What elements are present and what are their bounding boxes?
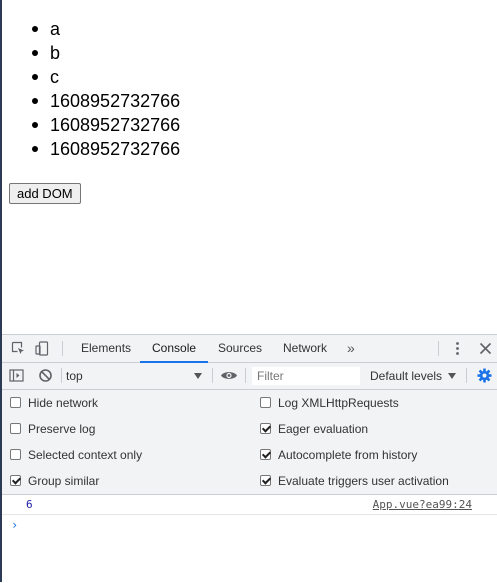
console-prompt[interactable]: › xyxy=(11,518,18,532)
console-settings-panel: Hide network Preserve log Selected conte… xyxy=(2,390,497,495)
setting-label: Selected context only xyxy=(28,448,143,462)
gear-icon[interactable] xyxy=(477,368,492,383)
log-levels-label: Default levels xyxy=(370,369,443,383)
devtools-panel: Elements Console Sources Network » top F… xyxy=(2,334,497,583)
kebab-menu-icon[interactable] xyxy=(450,341,465,356)
eye-icon[interactable] xyxy=(220,368,238,383)
list-item: b xyxy=(30,41,180,65)
toolbar-divider xyxy=(245,368,246,383)
sidebar-toggle-icon[interactable] xyxy=(9,368,24,383)
checkbox[interactable] xyxy=(10,423,21,434)
devtools-tab-bar: Elements Console Sources Network » xyxy=(2,335,497,363)
list-item: c xyxy=(30,65,180,89)
list-item-text: a xyxy=(50,19,61,39)
setting-label: Eager evaluation xyxy=(278,422,369,436)
tab-console[interactable]: Console xyxy=(139,335,209,363)
checkbox-checked[interactable] xyxy=(260,449,271,460)
list-item-text: 1608952732766 xyxy=(50,91,181,111)
toolbar-divider xyxy=(61,368,62,383)
checkbox-checked[interactable] xyxy=(260,475,271,486)
checkbox[interactable] xyxy=(260,397,271,408)
inspect-element-icon[interactable] xyxy=(11,341,26,356)
setting-label: Autocomplete from history xyxy=(278,448,418,462)
more-tabs-icon[interactable]: » xyxy=(347,335,355,362)
close-icon[interactable] xyxy=(478,341,493,356)
add-dom-button[interactable]: add DOM xyxy=(9,183,81,204)
tab-elements[interactable]: Elements xyxy=(81,335,131,362)
toolbar-divider xyxy=(62,341,63,356)
console-message-source-link[interactable]: App.vue?ea99:24 xyxy=(373,498,472,511)
list-item: a xyxy=(30,17,180,41)
bullet-icon xyxy=(32,50,38,56)
context-selector[interactable]: top xyxy=(66,367,206,385)
log-levels-dropdown[interactable]: Default levels xyxy=(370,367,457,385)
tab-sources[interactable]: Sources xyxy=(218,335,262,362)
checkbox[interactable] xyxy=(10,397,21,408)
toolbar-divider xyxy=(212,368,213,383)
chevron-down-icon xyxy=(448,373,457,379)
console-toolbar: top Default levels xyxy=(2,363,497,390)
console-message: 6 App.vue?ea99:24 xyxy=(2,495,497,515)
device-toolbar-icon[interactable] xyxy=(35,341,50,356)
list-item: 1608952732766 xyxy=(30,89,180,113)
setting-label: Group similar xyxy=(28,474,100,488)
list-item-text: 1608952732766 xyxy=(50,139,181,159)
setting-label: Hide network xyxy=(28,396,99,410)
list-item-text: c xyxy=(50,67,59,87)
setting-label: Evaluate triggers user activation xyxy=(278,474,449,488)
toolbar-divider xyxy=(438,341,439,356)
toolbar-divider xyxy=(466,368,467,383)
bullet-icon xyxy=(32,74,38,80)
filter-input[interactable] xyxy=(252,367,360,385)
checkbox-checked[interactable] xyxy=(260,423,271,434)
list-item-text: b xyxy=(50,43,61,63)
item-list: a b c 1608952732766 1608952732766 160895… xyxy=(30,17,180,161)
console-message-value: 6 xyxy=(26,498,33,511)
bullet-icon xyxy=(32,122,38,128)
checkbox[interactable] xyxy=(10,449,21,460)
bullet-icon xyxy=(32,146,38,152)
list-item: 1608952732766 xyxy=(30,137,180,161)
clear-console-icon[interactable] xyxy=(38,368,53,383)
bullet-icon xyxy=(32,26,38,32)
context-selector-value: top xyxy=(66,369,83,383)
setting-label: Log XMLHttpRequests xyxy=(278,396,399,410)
tab-network[interactable]: Network xyxy=(283,335,327,362)
bullet-icon xyxy=(32,98,38,104)
list-item-text: 1608952732766 xyxy=(50,115,181,135)
list-item: 1608952732766 xyxy=(30,113,180,137)
setting-label: Preserve log xyxy=(28,422,96,436)
page-content: a b c 1608952732766 1608952732766 160895… xyxy=(0,0,497,334)
chevron-down-icon xyxy=(194,373,202,379)
checkbox-checked[interactable] xyxy=(10,475,21,486)
